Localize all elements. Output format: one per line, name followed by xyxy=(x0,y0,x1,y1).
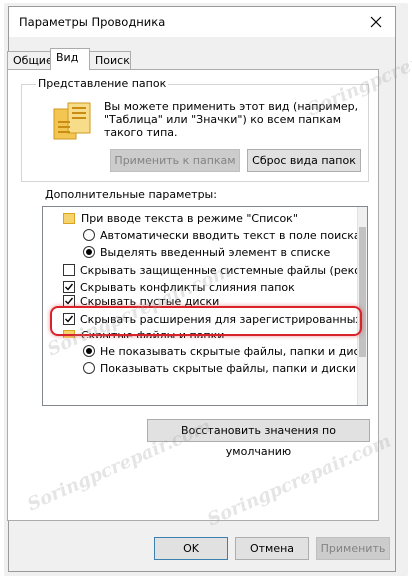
checkbox-checked-icon xyxy=(63,295,75,306)
tab-search[interactable]: Поиск xyxy=(89,51,131,69)
scrollbar-thumb[interactable] xyxy=(359,227,366,357)
folder-views-description: Вы можете применить этот вид (например, … xyxy=(104,100,359,139)
ok-button[interactable]: OK xyxy=(154,537,228,560)
checkbox-off-icon xyxy=(63,264,75,276)
radio-off-icon xyxy=(83,229,95,241)
highlight-annotation xyxy=(50,306,362,336)
advanced-settings-label: Дополнительные параметры: xyxy=(45,188,217,201)
radio-show-hidden[interactable]: Показывать скрытые файлы, папки и диски xyxy=(83,361,356,377)
checkbox-checked-icon xyxy=(63,281,75,293)
tree-folder-list-typing[interactable]: При вводе текста в режиме "Список" xyxy=(63,211,298,227)
restore-defaults-button[interactable]: Восстановить значения по умолчанию xyxy=(147,419,370,458)
folder-icon xyxy=(63,212,75,224)
close-icon xyxy=(370,16,382,28)
radio-dont-show-hidden[interactable]: Не показывать скрытые файлы, папки и дис… xyxy=(83,344,367,360)
cancel-button[interactable]: Отмена xyxy=(235,537,309,560)
reset-folders-button[interactable]: Сброс вида папок xyxy=(247,149,361,172)
folder-views-icon xyxy=(53,102,91,140)
radio-on-icon xyxy=(83,246,95,258)
tab-general[interactable]: Общие xyxy=(7,51,53,69)
close-button[interactable] xyxy=(365,11,387,33)
radio-off-icon xyxy=(83,362,95,374)
checkbox-hide-empty-drives[interactable]: Скрывать пустые диски xyxy=(63,294,219,306)
apply-to-folders-button[interactable]: Применить к папкам xyxy=(110,149,240,172)
titlebar: Параметры Проводника xyxy=(9,7,395,37)
radio-on-icon xyxy=(83,345,95,357)
tab-view[interactable]: Вид xyxy=(50,48,90,70)
window-title: Параметры Проводника xyxy=(19,15,166,29)
radio-auto-search[interactable]: Автоматически вводить текст в поле поиск… xyxy=(83,228,361,244)
vertical-scrollbar[interactable] xyxy=(357,207,367,405)
folder-views-legend: Представление папок xyxy=(36,77,169,90)
radio-select-item[interactable]: Выделять введенный элемент в списке xyxy=(83,245,330,261)
checkbox-hide-protected[interactable]: Скрывать защищенные системные файлы (рек… xyxy=(63,263,367,279)
apply-button[interactable]: Применить xyxy=(316,537,390,560)
